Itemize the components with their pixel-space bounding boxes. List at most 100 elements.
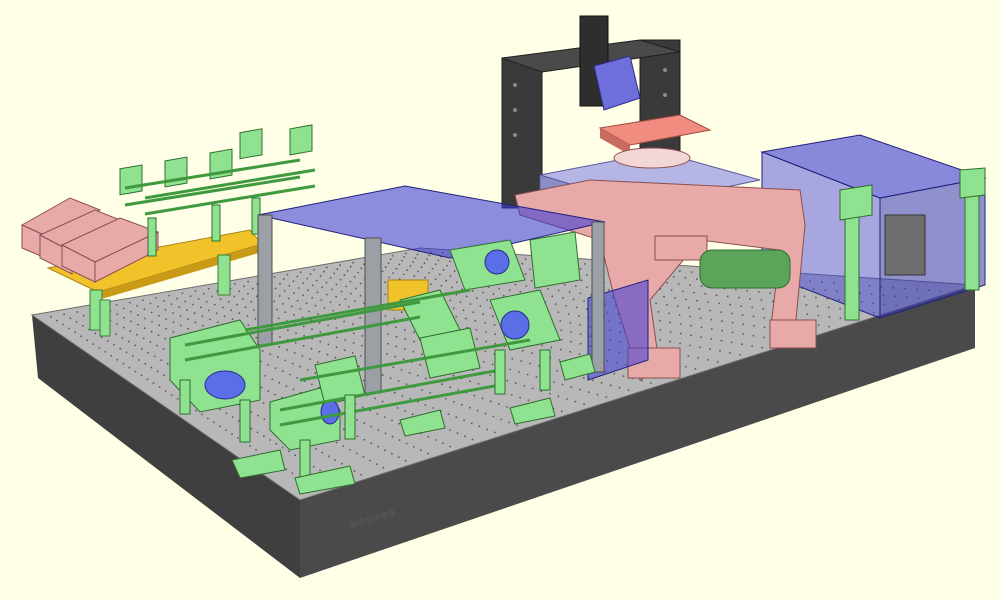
table-hole bbox=[273, 300, 276, 303]
table-hole bbox=[805, 304, 808, 306]
table-hole bbox=[200, 413, 203, 416]
table-hole bbox=[150, 330, 153, 333]
table-hole bbox=[715, 294, 718, 297]
table-hole bbox=[386, 342, 389, 345]
table-hole bbox=[289, 373, 291, 376]
table-hole bbox=[283, 278, 285, 280]
table-hole bbox=[760, 299, 763, 301]
table-hole bbox=[583, 300, 585, 302]
table-hole bbox=[136, 305, 139, 307]
table-hole bbox=[757, 291, 760, 293]
table-hole bbox=[94, 332, 97, 335]
table-hole bbox=[264, 375, 267, 377]
table-hole bbox=[600, 381, 603, 384]
table-hole bbox=[404, 252, 407, 255]
bolt-hole bbox=[513, 133, 517, 137]
table-hole bbox=[403, 348, 406, 350]
table-hole bbox=[552, 381, 555, 383]
table-hole bbox=[459, 301, 462, 304]
table-hole bbox=[391, 452, 393, 455]
table-hole bbox=[520, 360, 523, 362]
table-hole bbox=[566, 398, 568, 400]
table-hole bbox=[150, 311, 153, 314]
table-hole bbox=[575, 306, 578, 309]
table-hole bbox=[817, 324, 820, 326]
table-hole bbox=[423, 262, 426, 264]
table-hole bbox=[165, 327, 168, 330]
table-hole bbox=[627, 389, 630, 391]
table-hole bbox=[356, 435, 359, 438]
table-hole bbox=[277, 317, 280, 320]
table-hole bbox=[689, 315, 692, 318]
table-hole bbox=[438, 273, 441, 276]
table-hole bbox=[310, 347, 313, 350]
cage-rod bbox=[124, 175, 301, 207]
table-hole bbox=[243, 285, 245, 288]
table-hole bbox=[471, 289, 474, 292]
table-hole bbox=[231, 416, 234, 418]
table-hole bbox=[244, 306, 247, 309]
table-hole bbox=[521, 262, 524, 265]
table-hole bbox=[684, 277, 687, 279]
table-hole bbox=[669, 321, 672, 324]
table-hole bbox=[156, 370, 159, 373]
table-hole bbox=[408, 372, 411, 374]
table-hole bbox=[315, 279, 318, 282]
table-hole bbox=[293, 352, 296, 354]
table-hole bbox=[170, 303, 173, 305]
table-hole bbox=[693, 291, 695, 294]
table-hole bbox=[255, 336, 258, 339]
table-hole bbox=[170, 394, 173, 396]
table-hole bbox=[554, 303, 557, 305]
table-hole bbox=[302, 344, 305, 347]
table-hole bbox=[151, 321, 153, 323]
table-hole bbox=[153, 355, 156, 358]
table-hole bbox=[477, 383, 480, 385]
table-hole bbox=[63, 313, 65, 316]
gantry-left-leg bbox=[501, 57, 543, 209]
table-hole bbox=[316, 361, 319, 363]
table-hole bbox=[323, 270, 325, 273]
table-hole bbox=[98, 347, 101, 349]
table-hole bbox=[559, 320, 562, 322]
table-hole bbox=[428, 272, 430, 274]
table-hole bbox=[523, 384, 526, 387]
table-hole bbox=[449, 299, 452, 302]
table-hole bbox=[395, 267, 398, 270]
table-hole bbox=[449, 429, 451, 431]
table-hole bbox=[739, 353, 741, 356]
table-hole bbox=[462, 309, 465, 312]
table-hole bbox=[485, 331, 487, 333]
table-hole bbox=[255, 295, 258, 298]
table-hole bbox=[269, 353, 272, 355]
table-hole bbox=[456, 432, 459, 435]
table-hole bbox=[312, 269, 315, 271]
table-hole bbox=[735, 288, 737, 291]
table-hole bbox=[287, 450, 290, 453]
table-hole bbox=[336, 336, 338, 339]
table-hole bbox=[359, 316, 362, 319]
table-hole bbox=[468, 406, 471, 409]
table-hole bbox=[453, 270, 456, 273]
table-hole bbox=[302, 294, 304, 297]
table-hole bbox=[292, 388, 295, 391]
table-hole bbox=[449, 275, 452, 277]
table-hole bbox=[530, 279, 533, 282]
cage-plate bbox=[289, 124, 313, 156]
table-hole bbox=[267, 390, 270, 392]
table-hole bbox=[384, 432, 387, 435]
table-hole bbox=[187, 318, 189, 321]
cage-system-back-left[interactable] bbox=[119, 124, 316, 257]
frame-post bbox=[591, 221, 605, 373]
table-hole bbox=[742, 333, 744, 335]
table-hole bbox=[205, 300, 208, 303]
table-hole bbox=[361, 406, 364, 409]
frame-corner bbox=[839, 184, 873, 221]
table-hole bbox=[529, 268, 531, 271]
table-hole bbox=[283, 289, 286, 292]
table-hole bbox=[347, 306, 350, 308]
cad-3d-viewport[interactable]: @@@@@@ bbox=[0, 0, 1000, 600]
table-hole bbox=[391, 419, 393, 422]
table-hole bbox=[669, 330, 672, 333]
table-hole bbox=[508, 289, 511, 291]
